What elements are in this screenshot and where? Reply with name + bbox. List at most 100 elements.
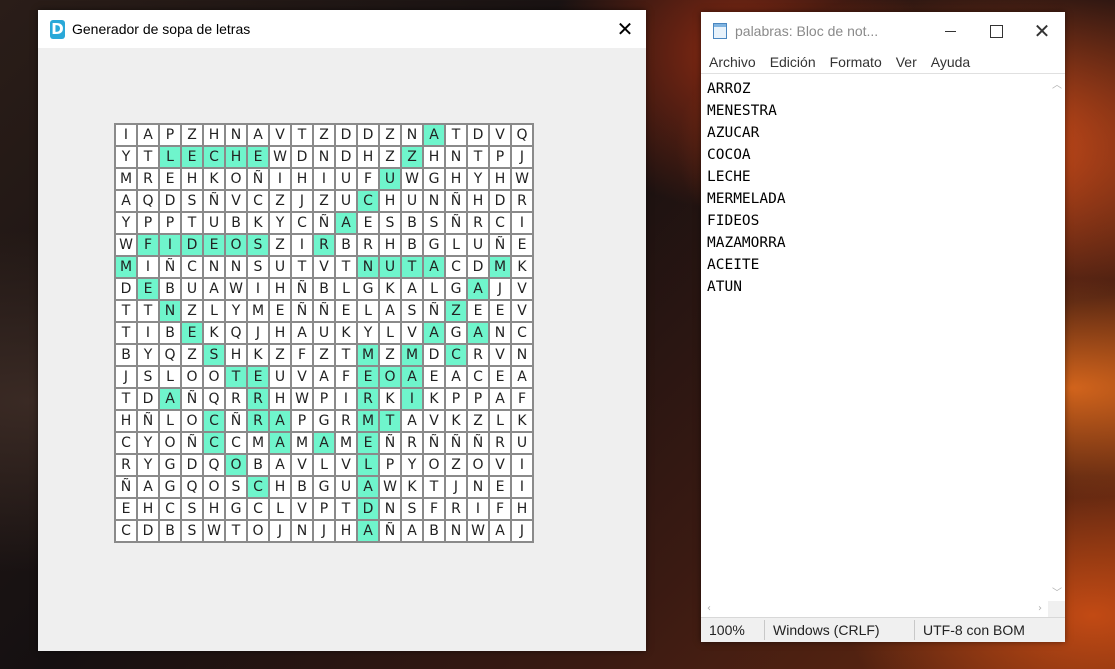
grid-cell[interactable]: S: [423, 212, 445, 234]
grid-cell[interactable]: L: [445, 234, 467, 256]
grid-cell[interactable]: A: [247, 124, 269, 146]
grid-cell[interactable]: R: [247, 388, 269, 410]
grid-cell[interactable]: O: [467, 454, 489, 476]
grid-cell[interactable]: N: [423, 190, 445, 212]
grid-cell[interactable]: D: [181, 454, 203, 476]
grid-cell[interactable]: D: [489, 190, 511, 212]
grid-cell[interactable]: A: [115, 190, 137, 212]
grid-cell[interactable]: E: [423, 366, 445, 388]
grid-cell[interactable]: I: [313, 168, 335, 190]
grid-cell[interactable]: G: [445, 322, 467, 344]
grid-cell[interactable]: H: [137, 498, 159, 520]
grid-cell[interactable]: M: [247, 432, 269, 454]
grid-cell[interactable]: H: [115, 410, 137, 432]
grid-cell[interactable]: A: [313, 366, 335, 388]
grid-cell[interactable]: Z: [181, 344, 203, 366]
maximize-button[interactable]: [973, 12, 1019, 50]
grid-cell[interactable]: W: [467, 520, 489, 542]
grid-cell[interactable]: L: [159, 366, 181, 388]
grid-cell[interactable]: Y: [225, 300, 247, 322]
grid-cell[interactable]: Z: [445, 300, 467, 322]
grid-cell[interactable]: H: [225, 146, 247, 168]
grid-cell[interactable]: L: [335, 278, 357, 300]
grid-cell[interactable]: N: [203, 256, 225, 278]
grid-cell[interactable]: V: [511, 278, 533, 300]
grid-cell[interactable]: Ñ: [291, 278, 313, 300]
grid-cell[interactable]: C: [159, 498, 181, 520]
grid-cell[interactable]: M: [335, 432, 357, 454]
grid-cell[interactable]: F: [511, 388, 533, 410]
grid-cell[interactable]: Ñ: [445, 432, 467, 454]
grid-cell[interactable]: Ñ: [181, 388, 203, 410]
grid-cell[interactable]: V: [291, 366, 313, 388]
grid-cell[interactable]: T: [291, 256, 313, 278]
grid-cell[interactable]: V: [489, 454, 511, 476]
grid-cell[interactable]: P: [379, 454, 401, 476]
grid-cell[interactable]: F: [291, 344, 313, 366]
grid-cell[interactable]: V: [313, 256, 335, 278]
grid-cell[interactable]: T: [401, 256, 423, 278]
grid-cell[interactable]: I: [159, 234, 181, 256]
grid-cell[interactable]: N: [401, 124, 423, 146]
grid-cell[interactable]: K: [423, 388, 445, 410]
grid-cell[interactable]: N: [489, 322, 511, 344]
grid-cell[interactable]: O: [225, 454, 247, 476]
grid-cell[interactable]: D: [181, 234, 203, 256]
grid-cell[interactable]: V: [489, 124, 511, 146]
grid-cell[interactable]: B: [159, 520, 181, 542]
grid-cell[interactable]: H: [269, 322, 291, 344]
grid-cell[interactable]: R: [467, 344, 489, 366]
grid-cell[interactable]: A: [445, 366, 467, 388]
grid-cell[interactable]: C: [181, 256, 203, 278]
notepad-text-area[interactable]: ARROZ MENESTRA AZUCAR COCOA LECHE MERMELADA FI…: [701, 73, 1065, 619]
grid-cell[interactable]: R: [357, 388, 379, 410]
grid-cell[interactable]: P: [489, 146, 511, 168]
grid-cell[interactable]: K: [335, 322, 357, 344]
grid-cell[interactable]: Ñ: [445, 212, 467, 234]
grid-cell[interactable]: Q: [203, 388, 225, 410]
grid-cell[interactable]: C: [489, 212, 511, 234]
grid-cell[interactable]: G: [445, 278, 467, 300]
grid-cell[interactable]: Ñ: [313, 300, 335, 322]
grid-cell[interactable]: Y: [137, 344, 159, 366]
grid-cell[interactable]: I: [115, 124, 137, 146]
grid-cell[interactable]: R: [401, 432, 423, 454]
grid-cell[interactable]: O: [225, 234, 247, 256]
grid-cell[interactable]: A: [313, 432, 335, 454]
grid-cell[interactable]: R: [137, 168, 159, 190]
grid-cell[interactable]: R: [313, 234, 335, 256]
grid-cell[interactable]: I: [269, 168, 291, 190]
grid-cell[interactable]: C: [115, 520, 137, 542]
grid-cell[interactable]: M: [291, 432, 313, 454]
grid-cell[interactable]: S: [225, 476, 247, 498]
grid-cell[interactable]: W: [203, 520, 225, 542]
grid-cell[interactable]: D: [357, 498, 379, 520]
grid-cell[interactable]: I: [335, 388, 357, 410]
grid-cell[interactable]: Q: [181, 476, 203, 498]
grid-cell[interactable]: L: [423, 278, 445, 300]
grid-cell[interactable]: I: [137, 322, 159, 344]
grid-cell[interactable]: L: [159, 410, 181, 432]
grid-cell[interactable]: R: [445, 498, 467, 520]
grid-cell[interactable]: I: [467, 498, 489, 520]
grid-cell[interactable]: Ñ: [291, 300, 313, 322]
grid-cell[interactable]: Z: [379, 344, 401, 366]
grid-cell[interactable]: W: [401, 168, 423, 190]
grid-cell[interactable]: E: [203, 234, 225, 256]
scroll-right-icon[interactable]: ›: [1038, 603, 1042, 614]
grid-cell[interactable]: Y: [137, 432, 159, 454]
grid-cell[interactable]: J: [269, 520, 291, 542]
grid-cell[interactable]: K: [247, 212, 269, 234]
grid-cell[interactable]: L: [357, 454, 379, 476]
close-button[interactable]: ✕: [604, 10, 646, 48]
grid-cell[interactable]: T: [137, 300, 159, 322]
grid-cell[interactable]: Ñ: [423, 300, 445, 322]
grid-cell[interactable]: V: [489, 344, 511, 366]
grid-cell[interactable]: Ñ: [225, 410, 247, 432]
grid-cell[interactable]: U: [181, 278, 203, 300]
grid-cell[interactable]: G: [313, 410, 335, 432]
grid-cell[interactable]: A: [401, 520, 423, 542]
grid-cell[interactable]: B: [423, 520, 445, 542]
grid-cell[interactable]: U: [313, 322, 335, 344]
minimize-button[interactable]: [927, 12, 973, 50]
